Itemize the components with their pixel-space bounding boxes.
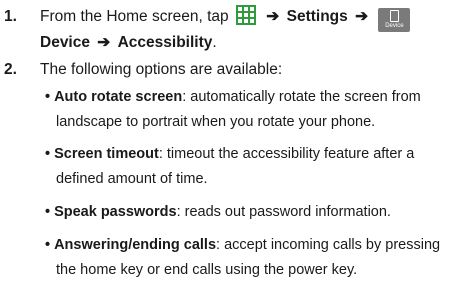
step-1: 1. From the Home screen, tap ➔ Settings … — [0, 4, 472, 56]
accessibility-label: Accessibility — [117, 34, 213, 51]
option-term: Auto rotate screen — [54, 89, 183, 105]
option-desc-continued: landscape to portrait when you rotate yo… — [56, 114, 376, 130]
device-tab-icon: Device — [378, 8, 411, 32]
option-desc: : timeout the accessibility feature afte… — [158, 146, 415, 162]
bullet-icon: • — [45, 146, 51, 162]
settings-label: Settings — [286, 8, 348, 25]
arrow-icon: ➔ — [355, 8, 369, 25]
option-item: • Answering/ending calls: accept incoming… — [45, 232, 440, 258]
option-term: Answering/ending calls — [54, 237, 217, 253]
device-icon-label: Device — [385, 23, 404, 29]
option-desc-continued: the home key or end calls using the powe… — [56, 262, 358, 278]
step-number: 1. — [4, 8, 17, 25]
option-item: • Speak passwords: reads out password inf… — [45, 199, 391, 225]
arrow-icon: ➔ — [266, 8, 280, 25]
period: . — [212, 34, 217, 51]
phone-icon — [389, 10, 399, 22]
option-item: • Screen timeout: timeout the accessibili… — [45, 141, 414, 167]
option-desc-continued: defined amount of time. — [56, 171, 208, 187]
step-2: 2. The following options are available: — [0, 57, 472, 83]
step-1-line-2: Device ➔ Accessibility. — [40, 30, 217, 56]
step-2-text: The following options are available: — [40, 61, 283, 78]
option-desc: : reads out password information. — [176, 204, 391, 220]
bullet-icon: • — [45, 89, 51, 105]
step-1-line-1: From the Home screen, tap ➔ Settings ➔ D… — [40, 4, 413, 32]
option-desc: : automatically rotate the screen from — [182, 89, 421, 105]
bullet-icon: • — [45, 204, 51, 220]
instructions-page: 1. From the Home screen, tap ➔ Settings … — [0, 0, 472, 304]
step-number: 2. — [4, 61, 17, 78]
bullet-icon: • — [45, 237, 51, 253]
option-term: Screen timeout — [54, 146, 159, 162]
arrow-icon: ➔ — [97, 34, 111, 51]
apps-grid-icon — [235, 5, 256, 25]
option-desc: : accept incoming calls by pressing — [216, 237, 441, 253]
option-item: • Auto rotate screen: automatically rotat… — [45, 84, 421, 110]
step-1-text: From the Home screen, tap — [40, 8, 229, 25]
option-term: Speak passwords — [54, 204, 177, 220]
device-label: Device — [40, 34, 90, 51]
